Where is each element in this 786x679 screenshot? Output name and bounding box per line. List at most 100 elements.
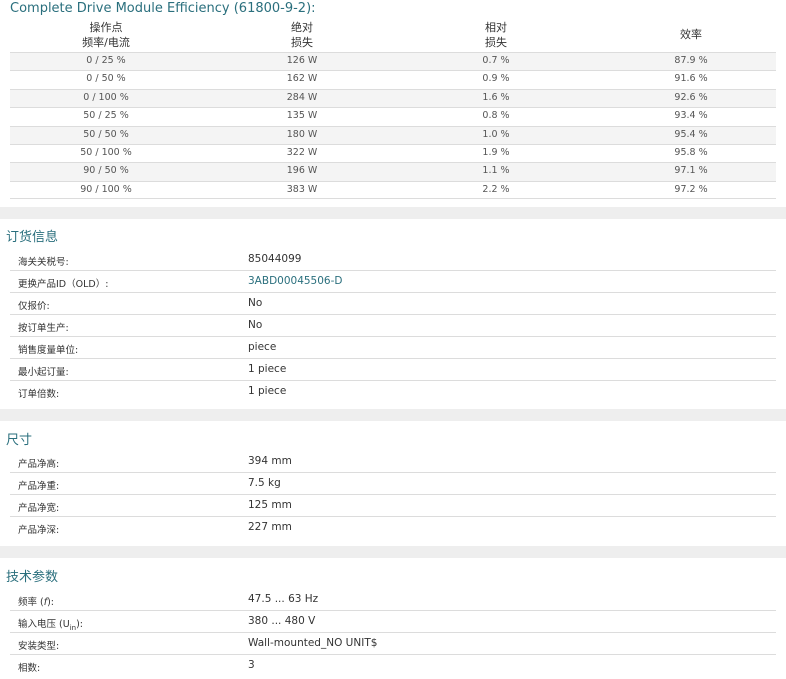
cell-absolute-loss: 322 W	[286, 146, 318, 158]
row-label: 最小起订量:	[18, 367, 69, 378]
row-label: 安装类型:	[18, 641, 60, 652]
cell-absolute-loss: 284 W	[286, 91, 318, 103]
cell-efficiency: 97.1 %	[674, 165, 708, 177]
table-row: 0 / 50 % 162 W 0.9 % 91.6 %	[10, 70, 776, 88]
row-value: piece	[248, 341, 277, 353]
cell-operating-point: 0 / 50 %	[86, 73, 126, 85]
table-row: 产品净高: 394 mm	[10, 451, 776, 473]
efficiency-table-header: 操作点 频率/电流 绝对 损失 相对 损失 效率	[10, 18, 776, 52]
cell-operating-point: 90 / 100 %	[80, 183, 132, 195]
table-row: 输入电压 (Uin): 380 ... 480 V	[10, 611, 776, 633]
section-divider	[0, 207, 786, 219]
row-value: 227 mm	[248, 521, 292, 533]
table-row: 更换产品ID（OLD）: 3ABD00045506-D	[10, 271, 776, 293]
table-row: 90 / 50 % 196 W 1.1 % 97.1 %	[10, 162, 776, 181]
cell-efficiency: 97.2 %	[674, 183, 708, 195]
row-label: 相数:	[18, 663, 41, 674]
cell-absolute-loss: 126 W	[286, 55, 318, 66]
cell-operating-point: 50 / 25 %	[83, 110, 129, 122]
row-value: 7.5 kg	[248, 477, 281, 489]
cell-efficiency: 93.4 %	[674, 110, 708, 122]
efficiency-table-body: 0 / 25 % 126 W 0.7 % 87.9 % 0 / 50 % 162…	[10, 52, 776, 200]
section-divider	[0, 409, 786, 421]
row-label: 产品净高:	[18, 459, 60, 470]
ordering-table: 海关关税号: 85044099 更换产品ID（OLD）: 3ABD0004550…	[10, 249, 776, 403]
cell-efficiency: 91.6 %	[674, 73, 708, 85]
table-row: 90 / 100 % 383 W 2.2 % 97.2 %	[10, 180, 776, 200]
cell-absolute-loss: 180 W	[286, 128, 318, 140]
replacement-product-link[interactable]: 3ABD00045506-D	[248, 275, 342, 287]
row-label: 输入电压 (Uin):	[18, 619, 83, 632]
cell-relative-loss: 0.8 %	[482, 110, 510, 122]
table-row: 频率 (f): 47.5 ... 63 Hz	[10, 589, 776, 611]
cell-efficiency: 87.9 %	[674, 55, 708, 66]
technical-section-title: 技术参数	[6, 570, 59, 585]
row-value: 125 mm	[248, 499, 292, 511]
header-operating-point: 操作点 频率/电流	[82, 21, 130, 49]
row-label: 更换产品ID（OLD）:	[18, 279, 109, 290]
technical-table: 频率 (f): 47.5 ... 63 Hz 输入电压 (Uin): 380 .…	[10, 589, 776, 677]
table-row: 产品净宽: 125 mm	[10, 495, 776, 517]
table-row: 仅报价: No	[10, 293, 776, 315]
row-label: 海关关税号:	[18, 257, 69, 268]
header-efficiency: 效率	[680, 28, 702, 41]
table-row: 0 / 25 % 126 W 0.7 % 87.9 %	[10, 52, 776, 71]
cell-relative-loss: 2.2 %	[482, 183, 510, 195]
row-label: 产品净宽:	[18, 503, 60, 514]
row-value: 1 piece	[248, 385, 287, 397]
table-row: 安装类型: Wall-mounted_NO UNIT$	[10, 633, 776, 655]
row-value: Wall-mounted_NO UNIT$	[248, 637, 378, 649]
cell-relative-loss: 0.9 %	[482, 73, 510, 85]
row-label: 频率 (f):	[18, 597, 55, 608]
table-row: 销售度量单位: piece	[10, 337, 776, 359]
cell-efficiency: 95.4 %	[674, 128, 708, 140]
cell-relative-loss: 1.9 %	[482, 146, 510, 158]
cell-absolute-loss: 383 W	[286, 183, 318, 195]
cell-efficiency: 95.8 %	[674, 146, 708, 158]
table-row: 产品净深: 227 mm	[10, 517, 776, 539]
table-row: 0 / 100 % 284 W 1.6 % 92.6 %	[10, 88, 776, 108]
table-row: 订单倍数: 1 piece	[10, 381, 776, 403]
cell-relative-loss: 1.0 %	[482, 128, 510, 140]
cell-operating-point: 0 / 100 %	[83, 91, 129, 103]
row-label: 产品净重:	[18, 481, 60, 492]
table-row: 50 / 100 % 322 W 1.9 % 95.8 %	[10, 143, 776, 162]
row-label: 销售度量单位:	[18, 345, 79, 356]
table-row: 50 / 25 % 135 W 0.8 % 93.4 %	[10, 107, 776, 125]
cell-relative-loss: 1.6 %	[482, 91, 510, 103]
row-value: No	[248, 319, 263, 331]
header-relative-loss: 相对 损失	[485, 21, 507, 49]
table-row: 相数: 3	[10, 655, 776, 677]
row-label: 产品净深:	[18, 525, 60, 536]
row-value: 85044099	[248, 253, 302, 265]
dimensions-section-title: 尺寸	[6, 433, 33, 448]
table-row: 50 / 50 % 180 W 1.0 % 95.4 %	[10, 125, 776, 144]
row-label: 按订单生产:	[18, 323, 69, 334]
cell-absolute-loss: 162 W	[286, 73, 318, 85]
section-divider	[0, 546, 786, 558]
row-label: 订单倍数:	[18, 389, 60, 400]
dimensions-table: 产品净高: 394 mm 产品净重: 7.5 kg 产品净宽: 125 mm 产…	[10, 451, 776, 539]
ordering-section-title: 订货信息	[6, 230, 59, 245]
cell-efficiency: 92.6 %	[674, 91, 708, 103]
cell-absolute-loss: 135 W	[286, 110, 318, 122]
cell-absolute-loss: 196 W	[286, 165, 318, 177]
row-value: No	[248, 297, 263, 309]
header-absolute-loss: 绝对 损失	[291, 21, 313, 49]
efficiency-title: Complete Drive Module Efficiency (61800-…	[10, 1, 316, 16]
row-value: 47.5 ... 63 Hz	[248, 593, 319, 605]
row-value: 394 mm	[248, 455, 292, 467]
row-value: 380 ... 480 V	[248, 615, 316, 627]
cell-operating-point: 50 / 100 %	[80, 146, 132, 158]
cell-relative-loss: 1.1 %	[482, 165, 510, 177]
table-row: 海关关税号: 85044099	[10, 249, 776, 271]
cell-relative-loss: 0.7 %	[482, 55, 510, 66]
row-value: 3	[248, 659, 255, 671]
table-row: 按订单生产: No	[10, 315, 776, 337]
table-row: 最小起订量: 1 piece	[10, 359, 776, 381]
cell-operating-point: 90 / 50 %	[83, 165, 129, 177]
cell-operating-point: 0 / 25 %	[86, 55, 126, 66]
cell-operating-point: 50 / 50 %	[83, 128, 129, 140]
row-label: 仅报价:	[18, 301, 50, 312]
row-value: 1 piece	[248, 363, 287, 375]
